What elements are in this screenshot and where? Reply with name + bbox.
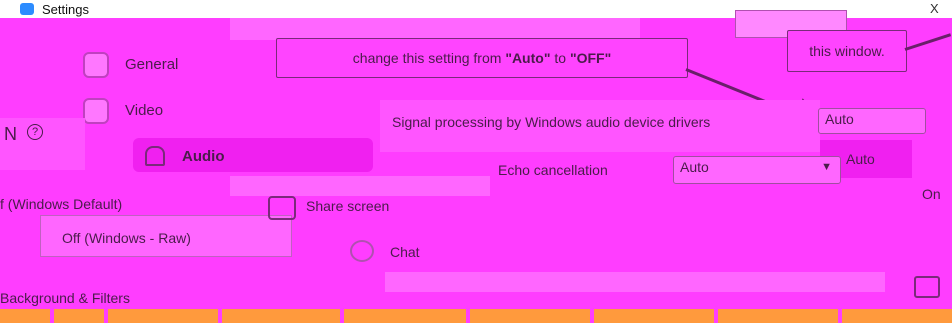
strip-gap [714,309,718,323]
video-icon [83,98,109,124]
strip-gap [340,309,344,323]
left-fragment-n: N [4,124,17,144]
strip-gap [838,309,842,323]
zoom-app-icon [20,3,34,15]
auto-option[interactable]: Auto [846,151,875,167]
right-arrow [904,33,952,51]
strip-gap [590,309,594,323]
signal-processing-value: Auto [825,111,854,127]
chat-label[interactable]: Chat [390,244,420,260]
headphone-icon [145,146,165,166]
raw-option[interactable]: Off (Windows - Raw) [62,230,191,246]
background-filters-label[interactable]: Background & Filters [0,290,130,306]
strip-gap [466,309,470,323]
window-title: Settings [42,2,89,17]
sidebar-item-audio-selected[interactable] [133,138,373,172]
echo-cancellation-select[interactable]: Auto ▼ [673,156,841,184]
gear-icon [83,52,109,78]
monitor-icon [914,276,940,298]
signal-processing-select[interactable]: Auto [818,108,926,134]
help-icon[interactable]: ? [27,124,43,140]
strip-gap [104,309,108,323]
bottom-strip [0,309,952,323]
strip-gap [218,309,222,323]
header-band [230,18,640,40]
close-window-button[interactable]: X [930,1,939,16]
sidebar-item-video[interactable]: Video [125,102,163,119]
windows-default-label: f (Windows Default) [0,196,123,212]
strip-gap [50,309,54,323]
echo-cancellation-label: Echo cancellation [498,162,608,178]
on-label: On [922,186,941,202]
echo-cancellation-value: Auto [680,159,709,175]
lower-band [385,272,885,292]
share-screen-label[interactable]: Share screen [306,198,389,214]
sidebar-item-audio[interactable]: Audio [182,148,225,165]
middle-band [230,176,490,196]
signal-processing-label: Signal processing by Windows audio devic… [392,114,711,130]
instruction-callout: change this setting from "Auto" to "OFF" [276,38,688,78]
sidebar-item-general[interactable]: General [125,56,178,73]
right-callout: this window. [787,30,907,72]
chat-icon [350,240,374,262]
share-screen-icon [268,196,296,220]
chevron-down-icon: ▼ [821,161,832,173]
